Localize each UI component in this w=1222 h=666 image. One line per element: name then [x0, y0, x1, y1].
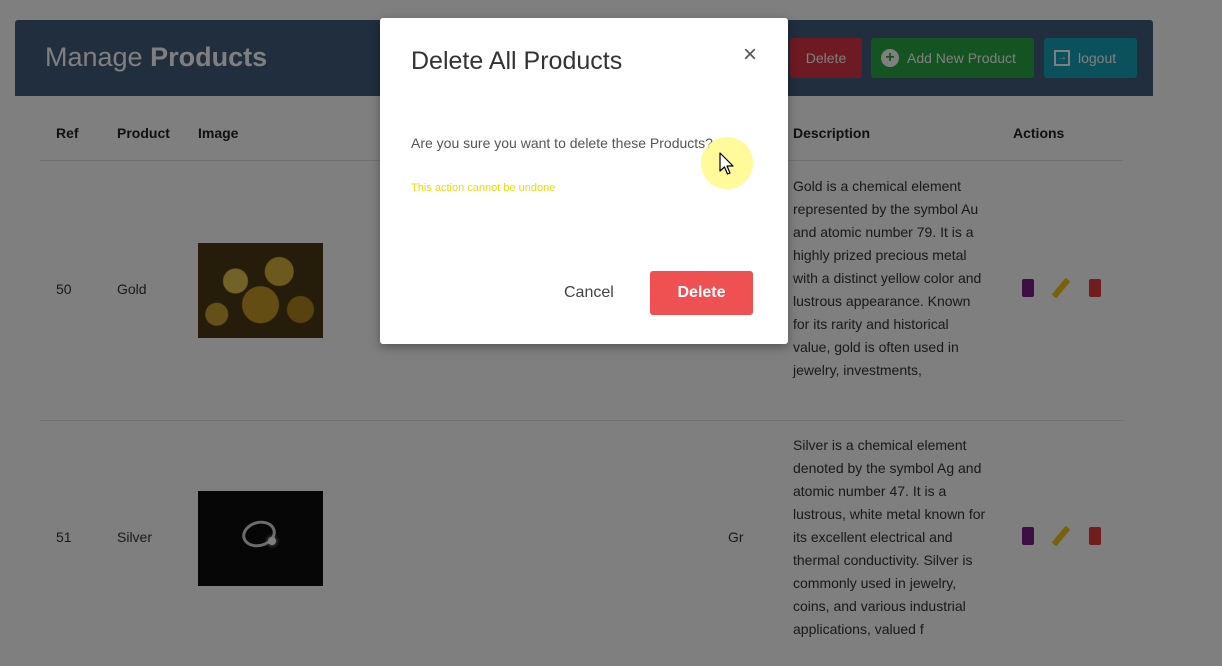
confirm-delete-button[interactable]: Delete	[650, 271, 753, 315]
dialog-title: Delete All Products	[411, 47, 623, 75]
mouse-cursor-icon	[719, 152, 734, 175]
close-icon[interactable]: ×	[740, 43, 760, 67]
dialog-message: Are you sure you want to delete these Pr…	[411, 135, 713, 151]
cancel-button[interactable]: Cancel	[564, 284, 614, 302]
dialog-warning: This action cannot be undone	[411, 182, 556, 194]
